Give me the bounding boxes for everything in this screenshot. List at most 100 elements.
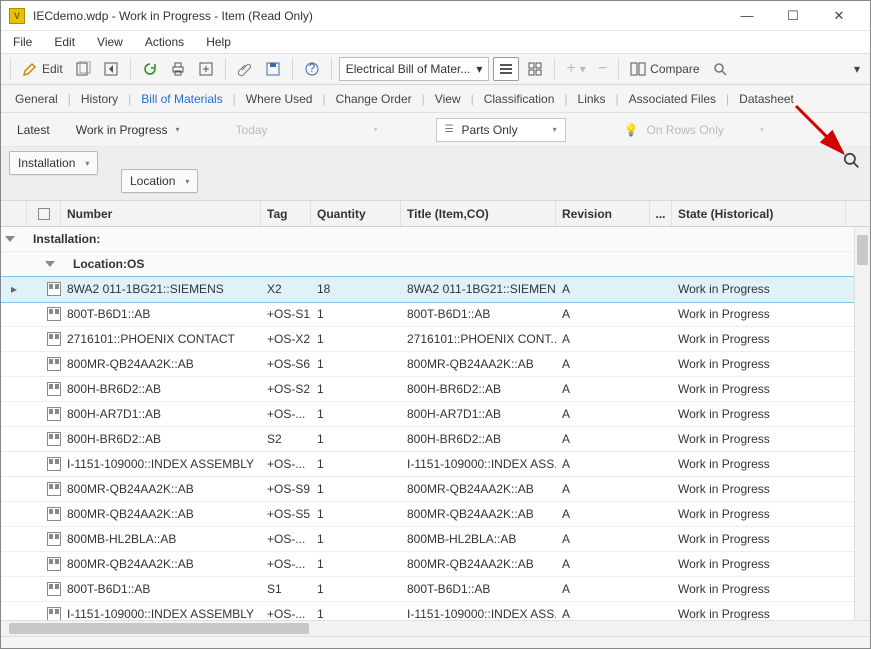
view-dropdown[interactable]: Electrical Bill of Mater... ▾ xyxy=(339,57,490,81)
toolbar-icon-2[interactable] xyxy=(99,57,123,81)
table-row[interactable]: 800T-B6D1::AB +OS-S1 1 800T-B6D1::AB A W… xyxy=(1,302,870,327)
tab-assoc[interactable]: Associated Files xyxy=(623,88,722,110)
table-row[interactable]: 800H-BR6D2::AB +OS-S2 1 800H-BR6D2::AB A… xyxy=(1,377,870,402)
item-icon xyxy=(47,582,61,596)
table-row[interactable]: 2716101::PHOENIX CONTACT +OS-X2 1 271610… xyxy=(1,327,870,352)
cell-rev: A xyxy=(556,527,650,551)
menu-file[interactable]: File xyxy=(9,33,36,51)
col-title[interactable]: Title (Item,CO) xyxy=(401,201,556,226)
cell-qty: 1 xyxy=(311,577,401,601)
cell-state: Work in Progress xyxy=(672,352,846,376)
edit-button[interactable]: Edit xyxy=(18,57,67,81)
export-button[interactable] xyxy=(194,57,218,81)
col-number[interactable]: Number xyxy=(61,201,261,226)
cell-qty: 1 xyxy=(311,502,401,526)
table-row[interactable]: I-1151-109000::INDEX ASSEMBLY +OS-... 1 … xyxy=(1,602,870,620)
cell-rev: A xyxy=(556,502,650,526)
search-panel-button[interactable] xyxy=(842,151,860,172)
filter-today: Today▾ xyxy=(228,118,386,142)
view-mode-2[interactable] xyxy=(523,57,547,81)
overflow-button[interactable]: ▾ xyxy=(850,57,864,81)
col-more[interactable]: ... xyxy=(650,201,672,226)
cell-qty: 1 xyxy=(311,352,401,376)
tab-whereused[interactable]: Where Used xyxy=(240,88,319,110)
col-revision[interactable]: Revision xyxy=(556,201,650,226)
tabstrip: General| History| Bill of Materials| Whe… xyxy=(1,85,870,113)
toolbar-icon-1[interactable] xyxy=(71,57,95,81)
tab-links[interactable]: Links xyxy=(572,88,612,110)
col-tag[interactable]: Tag xyxy=(261,201,311,226)
tab-datasheet[interactable]: Datasheet xyxy=(733,88,800,110)
search-icon xyxy=(842,151,860,169)
table-row[interactable]: 800MR-QB24AA2K::AB +OS-S5 1 800MR-QB24AA… xyxy=(1,502,870,527)
save-button[interactable] xyxy=(261,57,285,81)
search-toolbar-button[interactable] xyxy=(708,57,732,81)
group-chip-location[interactable]: Location▾ xyxy=(121,169,198,193)
menu-edit[interactable]: Edit xyxy=(50,33,79,51)
attach-button[interactable] xyxy=(233,57,257,81)
maximize-button[interactable]: ☐ xyxy=(770,1,816,31)
group-chip-installation[interactable]: Installation▾ xyxy=(9,151,98,175)
cell-tag: +OS-... xyxy=(261,527,311,551)
help-button[interactable]: ? xyxy=(300,57,324,81)
remove-button[interactable]: − xyxy=(594,57,611,81)
refresh-button[interactable] xyxy=(138,57,162,81)
cell-rev: A xyxy=(556,452,650,476)
view-mode-1[interactable] xyxy=(493,57,519,81)
col-expand[interactable] xyxy=(1,201,27,226)
cell-rev: A xyxy=(556,377,650,401)
tab-general[interactable]: General xyxy=(9,88,64,110)
table-row[interactable]: 800MB-HL2BLA::AB +OS-... 1 800MB-HL2BLA:… xyxy=(1,527,870,552)
table-row[interactable]: 800MR-QB24AA2K::AB +OS-S9 1 800MR-QB24AA… xyxy=(1,477,870,502)
compare-button[interactable]: Compare xyxy=(626,57,703,81)
tab-classification[interactable]: Classification xyxy=(478,88,561,110)
cell-tag: +OS-S6 xyxy=(261,352,311,376)
col-state[interactable]: State (Historical) xyxy=(672,201,846,226)
cell-rev: A xyxy=(556,577,650,601)
menu-help[interactable]: Help xyxy=(202,33,235,51)
cell-number: 800MR-QB24AA2K::AB xyxy=(61,477,261,501)
tab-bom[interactable]: Bill of Materials xyxy=(135,88,228,110)
filter-latest[interactable]: Latest xyxy=(9,118,58,142)
cell-title: 800MB-HL2BLA::AB xyxy=(401,527,556,551)
table-row[interactable]: 800MR-QB24AA2K::AB +OS-S6 1 800MR-QB24AA… xyxy=(1,352,870,377)
cell-state: Work in Progress xyxy=(672,552,846,576)
tab-view[interactable]: View xyxy=(429,88,467,110)
minimize-button[interactable]: — xyxy=(724,1,770,31)
tab-history[interactable]: History xyxy=(75,88,124,110)
cell-number: I-1151-109000::INDEX ASSEMBLY xyxy=(61,602,261,620)
cell-title: 8WA2 011-1BG21::SIEMENS xyxy=(401,277,556,301)
table-row[interactable]: 800H-BR6D2::AB S2 1 800H-BR6D2::AB A Wor… xyxy=(1,427,870,452)
filter-wip[interactable]: Work in Progress▾ xyxy=(68,118,188,142)
tab-changeorder[interactable]: Change Order xyxy=(330,88,418,110)
group-row[interactable]: Location:OS xyxy=(1,252,870,277)
menu-view[interactable]: View xyxy=(93,33,127,51)
filter-mode[interactable]: ☰Parts Only▾ xyxy=(436,118,566,142)
cell-rev: A xyxy=(556,302,650,326)
col-icon-header[interactable] xyxy=(27,201,61,226)
add-button[interactable]: + ▾ xyxy=(562,57,589,81)
vertical-scrollbar[interactable] xyxy=(854,227,870,620)
cell-title: 800MR-QB24AA2K::AB xyxy=(401,502,556,526)
cell-rev: A xyxy=(556,352,650,376)
cell-qty: 1 xyxy=(311,602,401,620)
chevron-down-icon: ▾ xyxy=(476,62,482,76)
table-row[interactable]: ▸ 8WA2 011-1BG21::SIEMENS X2 18 8WA2 011… xyxy=(1,277,870,302)
groupbar: Installation▾ Location▾ xyxy=(1,147,870,201)
cell-qty: 1 xyxy=(311,402,401,426)
cell-number: 800H-BR6D2::AB xyxy=(61,427,261,451)
table-row[interactable]: 800H-AR7D1::AB +OS-... 1 800H-AR7D1::AB … xyxy=(1,402,870,427)
print-button[interactable] xyxy=(166,57,190,81)
horizontal-scrollbar[interactable] xyxy=(1,620,870,636)
col-quantity[interactable]: Quantity xyxy=(311,201,401,226)
table-row[interactable]: 800T-B6D1::AB S1 1 800T-B6D1::AB A Work … xyxy=(1,577,870,602)
menu-actions[interactable]: Actions xyxy=(141,33,188,51)
table-row[interactable]: 800MR-QB24AA2K::AB +OS-... 1 800MR-QB24A… xyxy=(1,552,870,577)
cell-state: Work in Progress xyxy=(672,452,846,476)
compare-label: Compare xyxy=(650,62,699,76)
cell-title: I-1151-109000::INDEX ASS... xyxy=(401,452,556,476)
close-button[interactable]: ✕ xyxy=(816,1,862,31)
help-icon: ? xyxy=(304,61,320,77)
table-row[interactable]: I-1151-109000::INDEX ASSEMBLY +OS-... 1 … xyxy=(1,452,870,477)
group-row[interactable]: Installation: xyxy=(1,227,870,252)
